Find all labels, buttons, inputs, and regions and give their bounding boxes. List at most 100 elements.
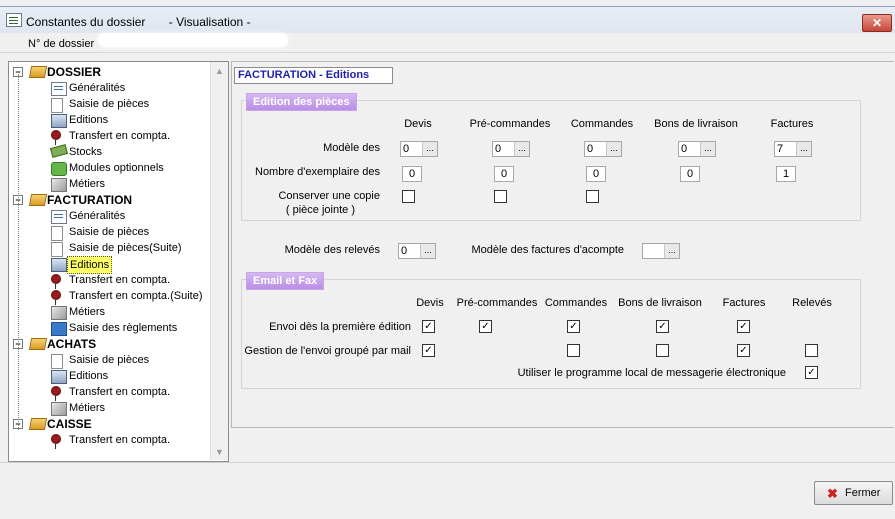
dossier-number-field — [98, 33, 288, 47]
envoi-checkbox[interactable] — [567, 320, 580, 333]
form-icon — [51, 210, 67, 224]
tree-group-facturation[interactable]: − FACTURATION — [13, 192, 134, 208]
tree-item-label: Saisie de pièces — [69, 354, 150, 366]
envoi-checkbox[interactable] — [737, 320, 750, 333]
tree-group-dossier[interactable]: − DOSSIER — [13, 64, 103, 80]
browse-button[interactable]: ... — [606, 142, 621, 156]
tree-item-label: Stocks — [69, 146, 103, 158]
tree-item[interactable]: Saisie de pièces — [51, 224, 151, 241]
exemplaire-field[interactable]: 0 — [494, 166, 514, 182]
exemplaire-field[interactable]: 0 — [680, 166, 700, 182]
browse-button[interactable]: ... — [422, 142, 437, 156]
acompte-browse-button[interactable]: ... — [664, 244, 679, 258]
envoi-label: Envoi dès la première édition — [269, 321, 411, 333]
tree-item[interactable]: Saisie des règlements — [51, 320, 179, 336]
modele-value: 0 — [495, 143, 502, 155]
modele-field[interactable]: 7... — [774, 141, 812, 157]
modele-field[interactable]: 0... — [678, 141, 716, 157]
tree-item[interactable]: Editions — [51, 112, 110, 128]
email-col-header: Relevés — [792, 297, 832, 309]
modele-field[interactable]: 0... — [492, 141, 530, 157]
app-icon — [6, 13, 22, 27]
tree-item[interactable]: Métiers — [51, 304, 107, 320]
copie-checkbox[interactable] — [402, 190, 415, 203]
tree-item-label: Transfert en compta. — [69, 386, 171, 398]
section-header: FACTURATION - Editions — [234, 67, 393, 84]
tree-item[interactable]: Transfert en compta. — [51, 384, 172, 401]
scroll-up-icon[interactable]: ▲ — [212, 64, 227, 78]
tree-item[interactable]: Transfert en compta. — [51, 432, 172, 449]
tree-item[interactable]: Editions — [51, 256, 113, 274]
tree-item[interactable]: Généralités — [51, 80, 127, 96]
modele-field[interactable]: 0... — [584, 141, 622, 157]
modele-label: Modèle des — [323, 142, 380, 154]
tree-item[interactable]: Editions — [51, 368, 110, 384]
document-icon — [51, 354, 63, 369]
tree-item[interactable]: Métiers — [51, 176, 107, 192]
pin-icon — [51, 434, 61, 449]
navigation-tree[interactable]: ▲ ▼ − DOSSIER Généralités Saisie de pièces E… — [8, 61, 229, 462]
exemplaire-field[interactable]: 0 — [402, 166, 422, 182]
copie-checkbox[interactable] — [494, 190, 507, 203]
copie-label: Conserver une copie — [278, 190, 380, 202]
tree-item[interactable]: Saisie de pièces(Suite) — [51, 240, 184, 257]
dossier-number-label: N° de dossier — [28, 38, 95, 50]
tree-item-label: Transfert en compta. — [69, 434, 171, 446]
modele-value: 7 — [777, 143, 784, 155]
fermer-label: Fermer — [845, 487, 881, 499]
editions-col-header: Factures — [770, 118, 814, 130]
pin-icon — [51, 274, 61, 289]
cube-icon — [51, 178, 67, 192]
tree-item[interactable]: Transfert en compta. — [51, 272, 172, 289]
tree-group-caisse[interactable]: − CAISSE — [13, 416, 94, 432]
tree-item[interactable]: Stocks — [49, 144, 104, 160]
printer-icon — [51, 114, 67, 128]
cube-icon — [51, 402, 67, 416]
releves-value: 0 — [401, 245, 408, 257]
printer-icon — [51, 370, 67, 384]
tree-item-label: Editions — [69, 370, 109, 382]
tree-item[interactable]: Saisie de pièces — [51, 352, 151, 369]
folder-icon — [28, 66, 48, 78]
envoi-checkbox[interactable] — [656, 320, 669, 333]
tree-item[interactable]: Transfert en compta.(Suite) — [51, 288, 204, 305]
close-button[interactable]: ✕ — [862, 14, 892, 32]
tree-item[interactable]: Modules optionnels — [51, 160, 166, 176]
envoi-checkbox[interactable] — [422, 320, 435, 333]
tree-item[interactable]: Métiers — [51, 400, 107, 416]
acompte-label: Modèle des factures d'acompte — [471, 244, 624, 256]
stock-icon — [49, 144, 69, 158]
envoi-checkbox[interactable] — [479, 320, 492, 333]
window-title: Constantes du dossier - Visualisation - — [26, 15, 251, 29]
groupe-checkbox[interactable] — [422, 344, 435, 357]
modele-field[interactable]: 0... — [400, 141, 438, 157]
tree-group-label: DOSSIER — [47, 65, 102, 79]
tree-item[interactable]: Généralités — [51, 208, 127, 224]
exemplaire-field[interactable]: 0 — [586, 166, 606, 182]
tree-item[interactable]: Saisie de pièces — [51, 96, 151, 113]
browse-button[interactable]: ... — [700, 142, 715, 156]
groupe-checkbox[interactable] — [656, 344, 669, 357]
tree-group-achats[interactable]: − ACHATS — [13, 336, 98, 352]
tree-connector — [18, 74, 19, 430]
browse-button[interactable]: ... — [514, 142, 529, 156]
browse-button[interactable]: ... — [796, 142, 811, 156]
exemplaire-field[interactable]: 1 — [776, 166, 796, 182]
scroll-down-icon[interactable]: ▼ — [212, 445, 227, 459]
groupe-checkbox[interactable] — [805, 344, 818, 357]
copie-checkbox[interactable] — [586, 190, 599, 203]
local-mail-checkbox[interactable] — [805, 366, 818, 379]
groupe-checkbox[interactable] — [567, 344, 580, 357]
tree-item-label: Saisie de pièces — [69, 226, 150, 238]
modele-value: 0 — [681, 143, 688, 155]
tree-item-label: Saisie de pièces — [69, 98, 150, 110]
releves-model-field[interactable]: 0 ... — [398, 243, 436, 259]
tree-item[interactable]: Transfert en compta. — [51, 128, 172, 145]
releves-browse-button[interactable]: ... — [420, 244, 435, 258]
tree-item-label: Transfert en compta.(Suite) — [69, 290, 203, 302]
fermer-button[interactable]: ✖ Fermer — [814, 481, 893, 505]
exemplaire-label: Nombre d'exemplaire des — [255, 166, 380, 178]
tree-scrollbar[interactable]: ▲ ▼ — [210, 62, 228, 460]
groupe-checkbox[interactable] — [737, 344, 750, 357]
acompte-model-field[interactable]: ... — [642, 243, 680, 259]
